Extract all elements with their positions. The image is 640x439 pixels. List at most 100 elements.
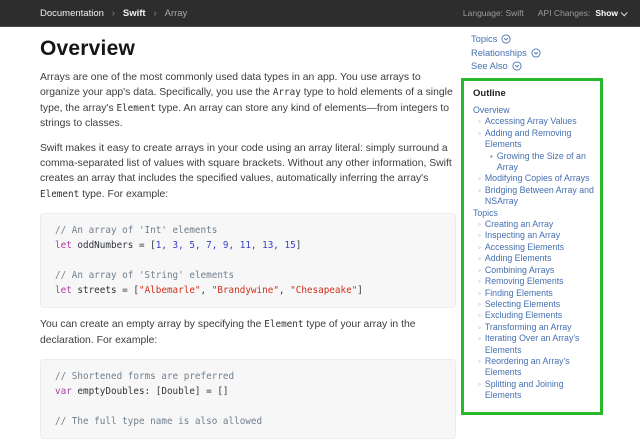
code-token: // Shortened forms are preferred (55, 371, 235, 383)
language-selector[interactable]: Language: Swift (463, 8, 524, 18)
outline-item[interactable]: Overview (473, 105, 594, 116)
code-line: let streets = ["Albemarle", "Brandywine"… (55, 283, 441, 298)
bullet-icon: ◦ (478, 185, 481, 195)
on-page-sidebar: Topics Relationships See Also Outline Ov… (461, 27, 609, 415)
bullet-icon: ◦ (478, 299, 481, 309)
outline-link: Removing Elements (484, 276, 564, 287)
bullet-icon: ◦ (478, 334, 481, 344)
code-token: // The full type name is also allowed (55, 416, 263, 428)
code-token: ] (357, 285, 363, 297)
outline-item[interactable]: ◦ Finding Elements (473, 288, 594, 299)
outline-link: Adding and Removing Elements (484, 127, 572, 150)
api-changes-control[interactable]: API Changes: Show (538, 8, 628, 18)
outline-link: Inspecting an Array (484, 230, 561, 241)
outline-link: Overview (473, 105, 510, 115)
outline-item[interactable]: ◦ Adding Elements (473, 253, 594, 264)
code-line: var emptyDoubles: [Double] = [] (55, 384, 441, 399)
code-line: // An array of 'Int' elements (55, 223, 441, 238)
code-token: , (200, 285, 212, 297)
text-run: Swift makes it easy to create arrays in … (40, 142, 452, 185)
outline-item[interactable]: ◦ Bridging Between Array and NSArray (473, 185, 594, 208)
outline-link: Splitting and Joining Elements (484, 378, 564, 401)
sidebar-toggle-topics[interactable]: Topics (471, 34, 609, 44)
outline-item[interactable]: ▪ Growing the Size of an Array (473, 151, 594, 174)
bullet-icon: ◦ (478, 128, 481, 138)
outline-item[interactable]: ◦ Iterating Over an Array's Elements (473, 333, 594, 356)
bullet-icon: ◦ (478, 288, 481, 298)
outline-item[interactable]: ◦ Combining Arrays (473, 265, 594, 276)
outline-item[interactable]: ◦ Accessing Elements (473, 242, 594, 253)
paragraph: You can create an empty array by specify… (40, 317, 456, 348)
code-token: "Albemarle" (138, 285, 201, 297)
bullet-icon: ◦ (478, 311, 481, 321)
outline-item[interactable]: Topics (473, 208, 594, 219)
code-line: // The full type name is also allowed (55, 414, 441, 429)
paragraph: Swift makes it easy to create arrays in … (40, 141, 456, 203)
bullet-icon: ◦ (478, 277, 481, 287)
inline-code: Element (116, 102, 156, 114)
toggle-label: See Also (471, 61, 508, 71)
outline-link: Topics (473, 207, 498, 218)
code-token: , (278, 285, 291, 297)
code-token: "Brandywine" (211, 285, 279, 297)
outline-item[interactable]: ◦ Adding and Removing Elements (473, 128, 594, 151)
outline-item[interactable]: ◦ Splitting and Joining Elements (473, 379, 594, 402)
code-token: // An array of 'Int' elements (55, 225, 218, 237)
sidebar-toggle-relationships[interactable]: Relationships (471, 48, 609, 58)
outline-link: Reordering an Array's Elements (484, 355, 570, 378)
bullet-icon: ▪ (490, 151, 493, 161)
outline-item[interactable]: ◦ Removing Elements (473, 276, 594, 287)
bullet-icon: ◦ (478, 174, 481, 184)
breadcrumb-documentation[interactable]: Documentation (40, 8, 104, 19)
sidebar-toggle-see-also[interactable]: See Also (471, 61, 609, 71)
bullet-icon: ◦ (478, 265, 481, 275)
bullet-icon: ◦ (478, 231, 481, 241)
toggle-label: Topics (471, 34, 498, 44)
outline-list: Overview ◦ Accessing Array Values ◦ Adding a… (473, 105, 594, 402)
bullet-icon: ◦ (478, 322, 481, 332)
language-label: Language: (462, 8, 504, 18)
bullet-icon: ◦ (478, 379, 481, 389)
breadcrumb-swift[interactable]: Swift (123, 8, 146, 19)
breadcrumb-separator-icon: › (111, 8, 115, 18)
text-run: You can create an empty array by specify… (40, 319, 265, 331)
chevron-circle-icon (501, 34, 511, 44)
outline-link: Selecting Elements (484, 298, 561, 309)
code-line: let oddNumbers = [1, 3, 5, 7, 9, 11, 13,… (55, 238, 441, 253)
outline-link: Accessing Array Values (484, 116, 577, 127)
outline-link: Accessing Elements (484, 241, 565, 252)
outline-item[interactable]: ◦ Inspecting an Array (473, 230, 594, 241)
outline-item[interactable]: ◦ Creating an Array (473, 219, 594, 230)
outline-item[interactable]: ◦ Modifying Copies of Arrays (473, 173, 594, 184)
language-value: Swift (505, 8, 524, 18)
code-token: let (55, 285, 72, 297)
outline-link: Bridging Between Array and NSArray (484, 184, 594, 207)
outline-panel-highlighted: Outline Overview ◦ Accessing Array Values ◦… (461, 78, 603, 415)
bullet-icon: ◦ (478, 117, 481, 127)
outline-link: Transforming an Array (484, 321, 572, 332)
code-token: ] (295, 240, 302, 252)
outline-link: Growing the Size of an Array (496, 150, 586, 173)
code-line: // An array of 'String' elements (55, 268, 441, 283)
outline-item[interactable]: ◦ Excluding Elements (473, 310, 594, 321)
breadcrumb: Documentation › Swift › Array (40, 8, 187, 19)
outline-item[interactable]: ◦ Accessing Array Values (473, 116, 594, 127)
chevron-circle-icon (531, 47, 541, 58)
code-listing: // An array of 'Int' elements let oddNumb… (40, 213, 456, 309)
outline-title: Outline (473, 88, 506, 99)
bullet-icon: ◦ (478, 220, 481, 230)
code-token: 1, 3, 5, 7, 9, 11, 13, 15 (155, 240, 296, 252)
bullet-icon: ◦ (478, 356, 481, 366)
chevron-circle-icon (512, 61, 522, 71)
inline-code: Element (40, 188, 80, 200)
outline-item[interactable]: ◦ Reordering an Array's Elements (473, 356, 594, 379)
outline-item[interactable]: ◦ Selecting Elements (473, 299, 594, 310)
paragraph: Arrays are one of the most commonly used… (40, 70, 456, 132)
code-token: "Chesapeake" (290, 285, 358, 297)
outline-link: Combining Arrays (484, 264, 555, 275)
bullet-icon: ◦ (478, 254, 481, 264)
code-listing: // Shortened forms are preferred var empt… (40, 359, 456, 439)
code-token: // An array of 'String' elements (55, 270, 235, 282)
outline-item[interactable]: ◦ Transforming an Array (473, 322, 594, 333)
toggle-label: Relationships (471, 47, 527, 58)
